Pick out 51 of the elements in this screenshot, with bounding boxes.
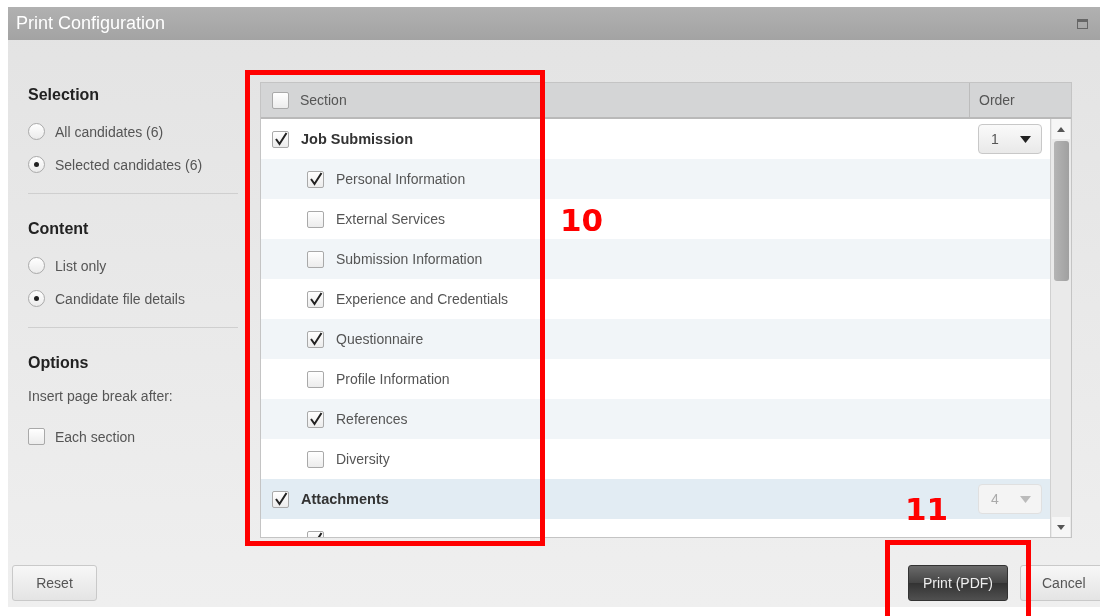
group-heading: Content	[28, 220, 90, 238]
checkbox[interactable]	[272, 91, 289, 109]
annotation-number: 11	[905, 494, 949, 525]
radio-button[interactable]	[28, 123, 45, 140]
group-heading: Options	[28, 354, 90, 372]
section-label: Diversity	[336, 451, 390, 467]
radio-button[interactable]	[28, 156, 45, 173]
option-label: Each section	[55, 428, 136, 445]
section-label: Personal Information	[336, 171, 466, 187]
order-dropdown[interactable]: 1	[978, 124, 1042, 154]
scrollbar[interactable]	[1050, 119, 1071, 537]
radio-button[interactable]	[28, 257, 45, 274]
checkbox[interactable]	[307, 330, 324, 348]
option-label: List only	[55, 257, 107, 274]
caret-icon	[1020, 135, 1031, 143]
checkbox[interactable]	[272, 130, 289, 148]
section-label: Profile Information	[336, 371, 450, 387]
column-header: Order	[979, 92, 1015, 108]
section-label: Submission Information	[336, 251, 483, 267]
option-label: Selected candidates (6)	[55, 156, 203, 173]
radio-button[interactable]	[28, 290, 45, 307]
checkbox[interactable]	[307, 370, 324, 388]
option-label: All candidates (6)	[55, 123, 164, 140]
print-button[interactable]: Print (PDF)	[908, 565, 1008, 601]
caret-icon	[1020, 495, 1031, 503]
checkbox[interactable]	[307, 170, 324, 188]
maximize-icon[interactable]	[1077, 18, 1088, 29]
section-label: Experience and Credentials	[336, 291, 508, 307]
option-note: Insert page break after:	[28, 388, 174, 404]
column-header: Section	[300, 92, 347, 108]
checkbox[interactable]	[307, 410, 324, 428]
checkbox[interactable]	[307, 210, 324, 228]
scroll-up-icon[interactable]	[1052, 119, 1070, 139]
checkbox[interactable]	[307, 450, 324, 468]
cancel-button[interactable]: Cancel	[1020, 565, 1100, 601]
section-label: References	[336, 411, 408, 427]
option-label: Candidate file details	[55, 290, 185, 307]
section-label: Questionnaire	[336, 331, 424, 347]
checkbox[interactable]	[307, 290, 324, 308]
section-label: External Services	[336, 211, 445, 227]
window-title: Print Configuration	[16, 13, 166, 34]
section-label: Attachments	[301, 491, 389, 507]
section-label: Job Submission	[301, 131, 413, 147]
reset-button[interactable]: Reset	[12, 565, 97, 601]
group-heading: Selection	[28, 86, 101, 104]
scrollbar-thumb[interactable]	[1053, 141, 1069, 281]
checkbox[interactable]	[28, 428, 45, 445]
checkbox[interactable]	[307, 250, 324, 268]
annotation-number: 10	[560, 205, 604, 236]
checkbox[interactable]	[272, 490, 289, 508]
scroll-down-icon[interactable]	[1052, 517, 1070, 537]
